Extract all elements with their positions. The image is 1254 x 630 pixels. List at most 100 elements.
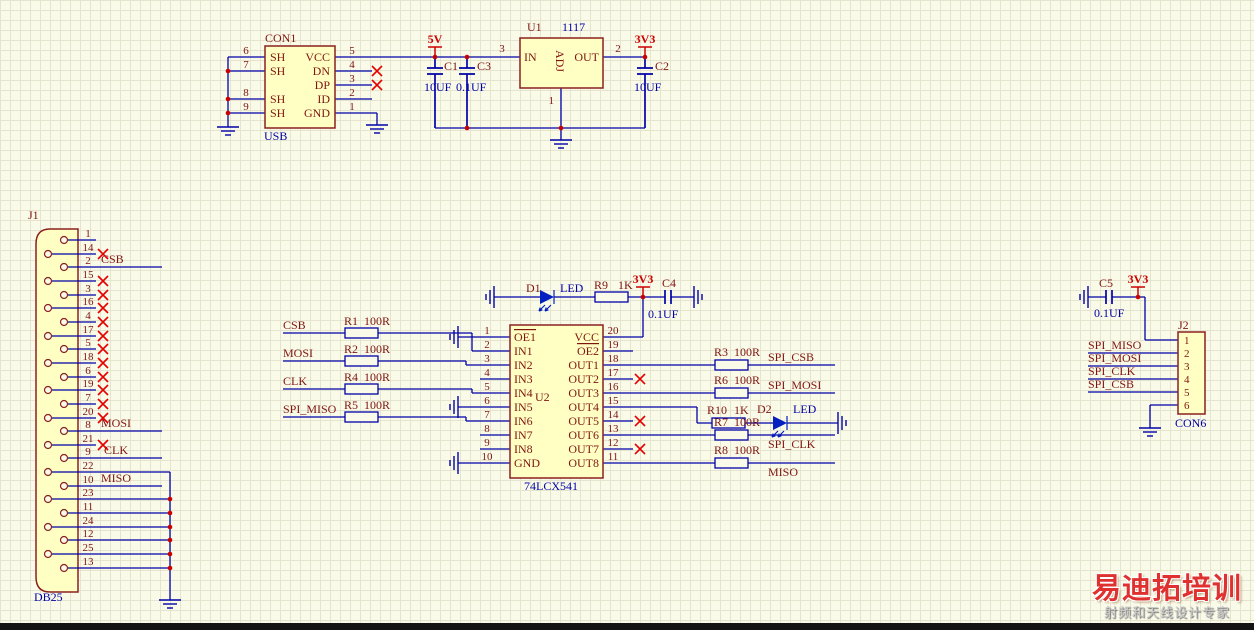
ground-icon: [365, 124, 389, 134]
net-label-spi-miso: SPI_MISO: [283, 402, 337, 416]
capacitor-value: 0.1UF: [1094, 306, 1125, 320]
power-label-3v3: 3V3: [633, 272, 654, 286]
resistor-r5: [344, 411, 379, 423]
buffer-pin-name: OUT2: [568, 372, 599, 386]
resistor-value: 100R: [364, 342, 390, 356]
spi-header-pin-number: 2: [1184, 348, 1190, 360]
db25-pin: [59, 290, 69, 300]
db25-pin-number: 7: [85, 392, 91, 404]
db25-pin: [59, 508, 69, 518]
resistor-ref: R1: [344, 314, 358, 328]
resistor-r2: [344, 355, 379, 367]
buffer-pin-number: 5: [484, 381, 490, 393]
diode-ref: D2: [757, 402, 772, 416]
db25-pin-number: 18: [83, 351, 95, 363]
junction-dot: [225, 110, 231, 116]
db25-pin-number: 9: [85, 446, 91, 458]
spi-header-pin-number: 3: [1184, 361, 1190, 373]
usb-pin-number: 7: [243, 59, 249, 71]
db25-pin-number: 19: [83, 378, 95, 390]
db25-pin: [59, 453, 69, 463]
db25-pin: [59, 344, 69, 354]
no-erc-marker-icon: [97, 357, 109, 369]
resistor-r7: [714, 429, 749, 441]
power-label-5v: 5V: [428, 32, 443, 46]
buffer-pin-name: OUT5: [568, 414, 599, 428]
buffer-section: U2 74LCX541 1 2 3 4 5 6 7 8 9 10 OE1 IN1…: [283, 314, 847, 493]
regulator-comment: 1117: [562, 20, 585, 34]
db25-pin: [59, 535, 69, 545]
db25-pin: [59, 372, 69, 382]
regulator-pin-number: 2: [615, 43, 621, 55]
db25-pin: [43, 358, 53, 368]
buffer-pin-name: IN4: [514, 386, 533, 400]
led-icon: [771, 415, 788, 438]
spi-header-pin-number: 6: [1184, 400, 1190, 412]
buffer-pin-number: 3: [484, 353, 490, 365]
usb-pin-number: 5: [349, 45, 355, 57]
db25-pin-number: 4: [85, 310, 91, 322]
db25-pin: [59, 262, 69, 272]
buffer-designator: U2: [535, 390, 550, 404]
db25-pin: [43, 413, 53, 423]
buffer-pin-name: OUT4: [568, 400, 599, 414]
buffer-pin-name: VCC: [574, 330, 599, 344]
junction-dot: [167, 524, 173, 530]
ground-icon: [216, 126, 240, 136]
buffer-pin-name: IN2: [514, 358, 533, 372]
ground-icon: [485, 285, 495, 309]
capacitor-c4-icon: [664, 290, 672, 304]
ground-icon: [693, 285, 703, 309]
no-erc-marker-icon: [634, 415, 646, 427]
db25-pin: [59, 481, 69, 491]
no-erc-marker-icon: [97, 302, 109, 314]
buffer-pin-name: OE1: [514, 330, 536, 344]
buffer-pin-name: OUT1: [568, 358, 599, 372]
resistor-value: 100R: [364, 398, 390, 412]
usb-comment: USB: [264, 129, 287, 143]
buffer-pin-name: IN1: [514, 344, 533, 358]
db25-pin-number: 8: [85, 419, 91, 431]
buffer-pin-number: 12: [608, 437, 619, 449]
resistor-value: 100R: [364, 370, 390, 384]
junction-dot: [432, 54, 438, 60]
no-erc-marker-icon: [97, 330, 109, 342]
resistor-r9: [594, 291, 629, 303]
capacitor-ref: C5: [1099, 276, 1113, 290]
ground-icon: [1079, 285, 1089, 309]
db25-connector-section: J1 DB25 1 14 2 15 3 16 4 17 5 18 6 19 7 …: [28, 208, 182, 609]
regulator-pin-number: 1: [549, 95, 555, 107]
net-label-spi-clk: SPI_CLK: [1088, 364, 1136, 378]
ground-icon: [449, 325, 459, 349]
no-erc-marker-icon: [634, 443, 646, 455]
usb-pin-name: ID: [317, 92, 330, 106]
schematic-canvas: CON1 USB SH SH SH SH VCC DN DP ID GND 6 …: [28, 20, 1206, 609]
db25-pin: [59, 317, 69, 327]
db25-pin: [43, 303, 53, 313]
no-erc-marker-icon: [97, 316, 109, 328]
junction-dot: [225, 68, 231, 74]
regulator-pin-name: OUT: [574, 50, 599, 64]
regulator-designator: U1: [527, 20, 542, 34]
net-label-spi-mosi: SPI_MOSI: [1088, 351, 1141, 365]
buffer-pin-name: IN5: [514, 400, 533, 414]
no-erc-marker-icon: [97, 398, 109, 410]
resistor-ref: R2: [344, 342, 358, 356]
usb-pin-number: 2: [349, 87, 355, 99]
buffer-pin-number: 15: [608, 395, 620, 407]
capacitor-ref: C4: [662, 276, 676, 290]
buffer-pin-name: OUT6: [568, 428, 599, 442]
buffer-pin-name: GND: [514, 456, 540, 470]
resistor-ref: R5: [344, 398, 358, 412]
net-label-mosi: MOSI: [101, 416, 131, 430]
usb-pin-name: GND: [304, 106, 330, 120]
resistor-r3: [714, 359, 749, 371]
buffer-pin-number: 9: [484, 437, 490, 449]
no-erc-marker-icon: [371, 79, 383, 91]
junction-dot: [167, 537, 173, 543]
buffer-pin-name: OUT7: [568, 442, 599, 456]
db25-pin-number: 14: [83, 242, 95, 254]
resistor-ref: R6: [714, 373, 728, 387]
db25-pin-number: 22: [83, 460, 94, 472]
net-label-csb: CSB: [283, 318, 306, 332]
